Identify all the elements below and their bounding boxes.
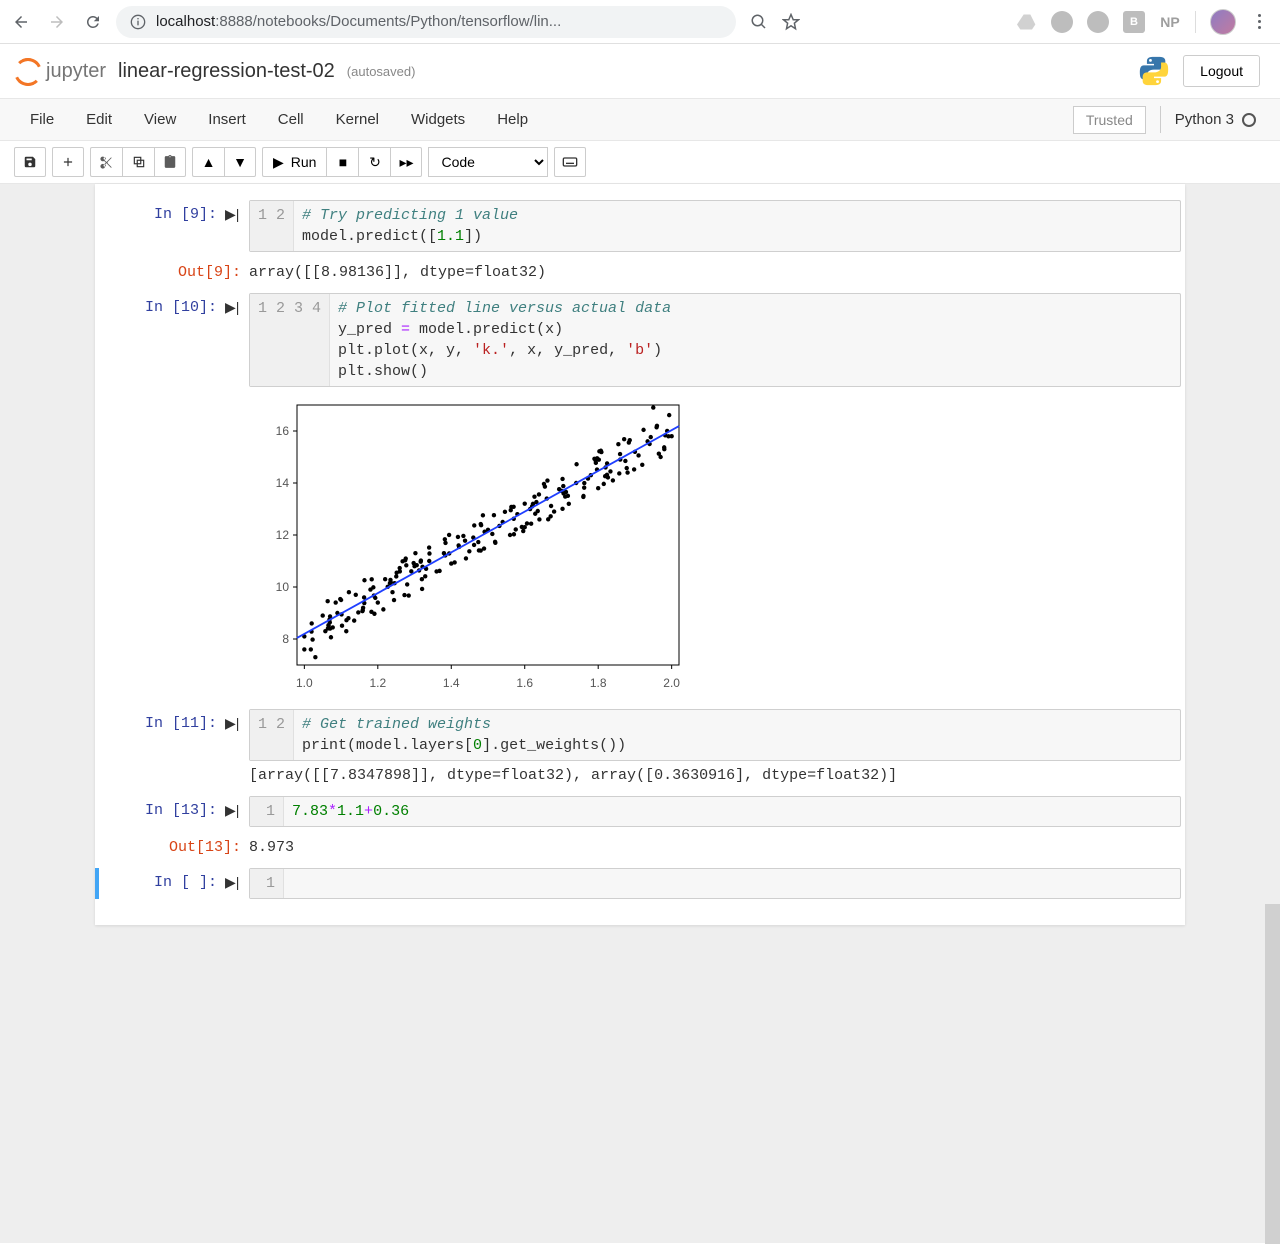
kernel-name: Python 3 [1175, 111, 1234, 128]
output-row: Out[13]: 8.973 [99, 833, 1181, 862]
jupyter-logo-text: jupyter [46, 60, 106, 83]
autosaved-label: (autosaved) [347, 64, 416, 79]
menu-help[interactable]: Help [481, 105, 544, 134]
add-cell-button[interactable] [52, 147, 84, 177]
code-cell[interactable]: In [13]: ▶| 1 7.83*1.1+0.36 [99, 796, 1181, 827]
url-port: :8888 [215, 13, 253, 30]
url-path: /notebooks/Documents/Python/tensorflow/l… [253, 13, 562, 30]
menu-bar: File Edit View Insert Cell Kernel Widget… [0, 98, 1280, 141]
in-prompt: In [11]: [99, 709, 225, 790]
notebook-title[interactable]: linear-regression-test-02 [118, 60, 335, 83]
out-prompt: Out[9]: [99, 258, 249, 287]
output-text: [array([[7.8347898]], dtype=float32), ar… [249, 761, 1181, 790]
extension-b-icon[interactable]: B [1123, 11, 1145, 33]
copy-button[interactable] [122, 147, 154, 177]
run-cell-icon[interactable]: ▶| [225, 200, 249, 252]
run-cell-icon[interactable]: ▶| [225, 796, 249, 827]
svg-text:16: 16 [276, 424, 290, 438]
url-host: localhost [156, 13, 215, 30]
logout-button[interactable]: Logout [1183, 55, 1260, 87]
svg-text:1.4: 1.4 [443, 676, 460, 690]
svg-text:1.8: 1.8 [590, 676, 607, 690]
menu-edit[interactable]: Edit [70, 105, 128, 134]
notebook-container: jupyter linear-regression-test-02 (autos… [0, 44, 1280, 925]
code-cell[interactable]: In [10]: ▶| 1 2 3 4 # Plot fitted line v… [99, 293, 1181, 703]
profile-avatar[interactable] [1210, 9, 1236, 35]
reload-icon[interactable] [84, 13, 102, 31]
output-row: Out[9]: array([[8.98136]], dtype=float32… [99, 258, 1181, 287]
code-input[interactable]: 1 2 # Get trained weights print(model.la… [249, 709, 1181, 761]
menu-view[interactable]: View [128, 105, 192, 134]
move-up-button[interactable]: ▲ [192, 147, 224, 177]
scatter-plot: 1.0 1.2 1.4 1.6 1.8 2.0 8 10 12 14 16 [249, 395, 689, 695]
interrupt-button[interactable]: ■ [326, 147, 358, 177]
code-input[interactable]: 1 [249, 868, 1181, 899]
drive-icon[interactable] [1017, 12, 1037, 32]
browser-toolbar: localhost:8888/notebooks/Documents/Pytho… [0, 0, 1280, 44]
code-input[interactable]: 1 2 # Try predicting 1 value model.predi… [249, 200, 1181, 252]
jupyter-logo[interactable]: jupyter [14, 58, 106, 84]
paste-button[interactable] [154, 147, 186, 177]
run-button[interactable]: ▶Run [262, 147, 326, 177]
in-prompt: In [10]: [99, 293, 225, 703]
notebook-cells: In [9]: ▶| 1 2 # Try predicting 1 value … [95, 184, 1185, 925]
run-cell-icon[interactable]: ▶| [225, 293, 249, 703]
svg-text:1.2: 1.2 [369, 676, 386, 690]
move-down-button[interactable]: ▼ [224, 147, 256, 177]
out-prompt: Out[13]: [99, 833, 249, 862]
output-text: 8.973 [249, 833, 1181, 862]
star-icon[interactable] [782, 13, 800, 31]
cell-type-select[interactable]: Code [428, 147, 548, 177]
in-prompt: In [ ]: [99, 868, 225, 899]
code-cell[interactable]: In [9]: ▶| 1 2 # Try predicting 1 value … [99, 200, 1181, 252]
page-body: jupyter linear-regression-test-02 (autos… [0, 44, 1280, 1243]
menu-kernel[interactable]: Kernel [320, 105, 395, 134]
svg-text:1.6: 1.6 [516, 676, 533, 690]
menu-file[interactable]: File [14, 105, 70, 134]
in-prompt: In [9]: [99, 200, 225, 252]
code-input[interactable]: 1 7.83*1.1+0.36 [249, 796, 1181, 827]
restart-run-all-button[interactable]: ▸▸ [390, 147, 422, 177]
jupyter-logo-icon [14, 58, 40, 84]
back-icon[interactable] [12, 13, 30, 31]
kernel-status-icon [1242, 113, 1256, 127]
in-prompt: In [13]: [99, 796, 225, 827]
scrollbar[interactable] [1265, 904, 1280, 1244]
extension-icon[interactable] [1051, 11, 1073, 33]
python-logo-icon [1137, 54, 1171, 88]
extension-icon-2[interactable] [1087, 11, 1109, 33]
code-cell-selected[interactable]: In [ ]: ▶| 1 [95, 868, 1181, 899]
code-input[interactable]: 1 2 3 4 # Plot fitted line versus actual… [249, 293, 1181, 387]
extension-np-icon[interactable]: NP [1159, 11, 1181, 33]
menu-insert[interactable]: Insert [192, 105, 262, 134]
trusted-indicator[interactable]: Trusted [1073, 106, 1146, 134]
address-bar[interactable]: localhost:8888/notebooks/Documents/Pytho… [116, 6, 736, 38]
cut-button[interactable] [90, 147, 122, 177]
menu-widgets[interactable]: Widgets [395, 105, 481, 134]
save-button[interactable] [14, 147, 46, 177]
jupyter-header: jupyter linear-regression-test-02 (autos… [0, 44, 1280, 184]
zoom-icon[interactable] [750, 13, 768, 31]
svg-text:10: 10 [276, 580, 290, 594]
kernel-indicator[interactable]: Python 3 [1160, 106, 1266, 133]
info-icon [130, 14, 146, 30]
run-cell-icon[interactable]: ▶| [225, 868, 249, 899]
menu-cell[interactable]: Cell [262, 105, 320, 134]
toolbar: ▲ ▼ ▶Run ■ ↻ ▸▸ Code [0, 141, 1280, 184]
run-cell-icon[interactable]: ▶| [225, 709, 249, 790]
svg-text:14: 14 [276, 476, 290, 490]
command-palette-button[interactable] [554, 147, 586, 177]
svg-text:12: 12 [276, 528, 290, 542]
output-text: array([[8.98136]], dtype=float32) [249, 258, 1181, 287]
svg-text:2.0: 2.0 [663, 676, 680, 690]
restart-button[interactable]: ↻ [358, 147, 390, 177]
svg-text:1.0: 1.0 [296, 676, 313, 690]
svg-text:8: 8 [282, 632, 289, 646]
matplotlib-output: 1.0 1.2 1.4 1.6 1.8 2.0 8 10 12 14 16 [249, 395, 1181, 695]
code-cell[interactable]: In [11]: ▶| 1 2 # Get trained weights pr… [99, 709, 1181, 790]
forward-icon[interactable] [48, 13, 66, 31]
browser-menu-icon[interactable] [1250, 14, 1268, 29]
